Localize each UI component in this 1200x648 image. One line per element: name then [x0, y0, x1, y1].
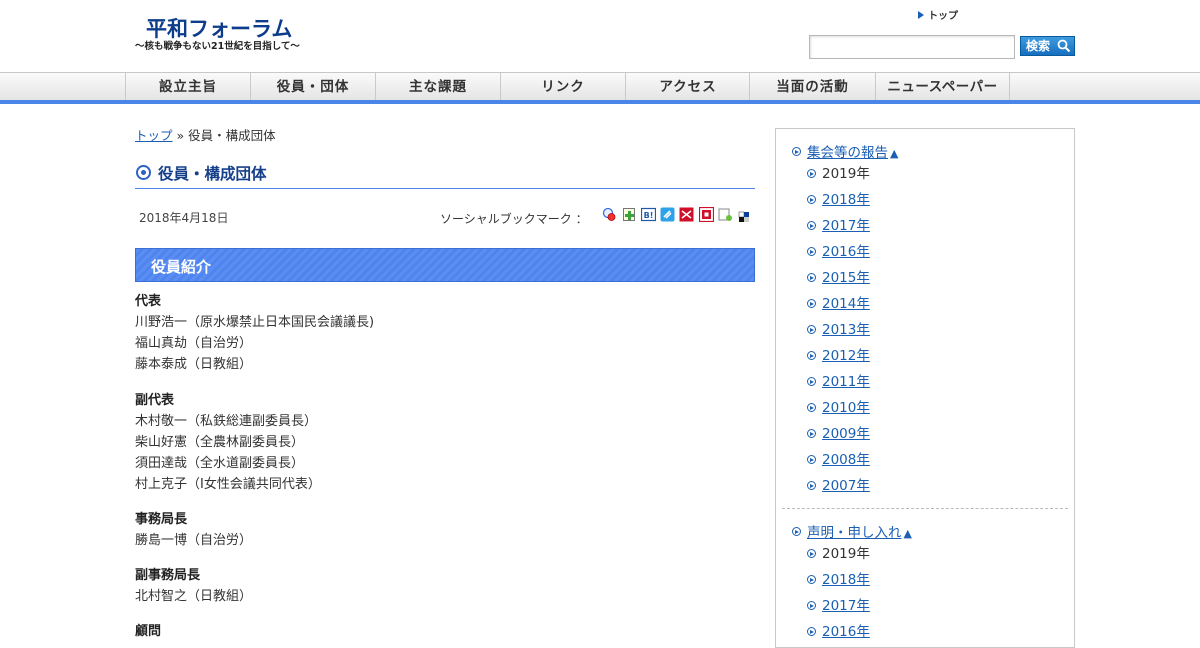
- arrow-right-icon: [807, 601, 816, 610]
- arrow-right-icon: [792, 527, 801, 536]
- sidebar-year-link[interactable]: 2011年: [822, 370, 870, 390]
- arrow-right-icon: [807, 429, 816, 438]
- sidebar-year-link[interactable]: 2017年: [822, 594, 870, 614]
- officer-name: 北村智之（日教組）: [135, 589, 253, 604]
- search-icon: [1057, 39, 1071, 53]
- nav-item-activities[interactable]: 当面の活動: [749, 73, 875, 101]
- triangle-right-icon: [918, 11, 924, 19]
- arrow-right-icon: [807, 403, 816, 412]
- nav-item-founding-purpose[interactable]: 設立主旨: [125, 73, 250, 101]
- top-link[interactable]: トップ: [918, 11, 958, 23]
- sidebar-year-link[interactable]: 2016年: [822, 620, 870, 640]
- sidebar-year-link[interactable]: 2007年: [822, 474, 870, 494]
- officer-name: 川野浩一（原水爆禁止日本国民会議議長): [135, 315, 375, 330]
- sidebar-year-link[interactable]: 2008年: [822, 448, 870, 468]
- officer-name: 村上克子（I女性会議共同代表）: [135, 477, 321, 492]
- buzzurl-icon[interactable]: [679, 207, 694, 222]
- sidebar-year-link[interactable]: 2010年: [822, 396, 870, 416]
- sidebar-year-link[interactable]: 2015年: [822, 266, 870, 286]
- nifty-clip-icon[interactable]: [699, 207, 714, 222]
- arrow-right-icon: [807, 377, 816, 386]
- top-link-label: トップ: [928, 11, 958, 22]
- section-title: 役員紹介: [151, 258, 212, 276]
- arrow-right-icon: [807, 455, 816, 464]
- officer-name: 福山真劫（自治労）: [135, 336, 253, 351]
- role-heading: 副事務局長: [135, 568, 201, 583]
- arrow-right-icon: [807, 221, 816, 230]
- nav-item-newspaper[interactable]: ニュースペーパー: [875, 73, 1010, 101]
- officer-name: 柴山好憲（全農林副委員長）: [135, 435, 305, 450]
- sidebar-category-label[interactable]: 声明・申し入れ: [807, 525, 902, 541]
- svg-text:B!: B!: [644, 211, 654, 220]
- arrow-right-icon: [807, 325, 816, 334]
- caret-up-icon[interactable]: ▲: [904, 527, 912, 540]
- sidebar-year-link[interactable]: 2017年: [822, 214, 870, 234]
- officer-name: 須田達哉（全水道副委員長）: [135, 456, 305, 471]
- global-nav: 設立主旨 役員・団体 主な課題 リンク アクセス 当面の活動 ニュースペーパー: [0, 72, 1200, 101]
- officer-name: 藤本泰成（日教組）: [135, 357, 253, 372]
- sidebar-year-current: 2019年: [822, 546, 870, 562]
- sidebar-year-link[interactable]: 2009年: [822, 422, 870, 442]
- sidebar-category-reports[interactable]: 集会等の報告 ▲: [807, 141, 898, 161]
- sidebar-year-link[interactable]: 2018年: [822, 188, 870, 208]
- search-button[interactable]: 検索: [1020, 36, 1075, 56]
- post-date: 2018年4月18日: [139, 211, 229, 225]
- logo-subtitle: ～核も戦争もない21世紀を目指して～: [135, 41, 300, 52]
- pookmark-icon[interactable]: [718, 207, 733, 222]
- logo-title: 平和フォーラム: [146, 17, 293, 41]
- heading-bullet-icon: [136, 165, 151, 180]
- arrow-right-icon: [807, 549, 816, 558]
- social-bookmark-label: ソーシャルブックマーク ：: [440, 212, 588, 226]
- site-logo[interactable]: 平和フォーラム ～核も戦争もない21世紀を目指して～: [135, 16, 315, 58]
- google-bookmark-icon[interactable]: [602, 207, 617, 222]
- arrow-right-icon: [807, 481, 816, 490]
- nav-underline: [0, 100, 1200, 104]
- arrow-right-icon: [792, 147, 801, 156]
- role-heading: 副代表: [135, 393, 175, 408]
- add-clip-icon[interactable]: [622, 207, 637, 222]
- nav-item-main-issues[interactable]: 主な課題: [375, 73, 500, 101]
- role-heading: 事務局長: [135, 512, 188, 527]
- officer-name: 勝島一博（自治労）: [135, 533, 253, 548]
- nav-item-links[interactable]: リンク: [500, 73, 625, 101]
- nav-item-officers[interactable]: 役員・団体: [250, 73, 375, 101]
- sidebar-category-statements[interactable]: 声明・申し入れ ▲: [807, 521, 912, 541]
- breadcrumb: トップ » 役員・構成団体: [135, 125, 276, 144]
- arrow-right-icon: [807, 575, 816, 584]
- page-heading: 役員・構成団体: [135, 158, 755, 189]
- arrow-right-icon: [807, 247, 816, 256]
- officer-name: 木村敬一（私鉄総連副委員長）: [135, 414, 318, 429]
- arrow-right-icon: [807, 299, 816, 308]
- sidebar-year-link[interactable]: 2012年: [822, 344, 870, 364]
- sidebar-year-link[interactable]: 2016年: [822, 240, 870, 260]
- arrow-right-icon: [807, 195, 816, 204]
- sidebar-year-link[interactable]: 2013年: [822, 318, 870, 338]
- site-header: 平和フォーラム ～核も戦争もない21世紀を目指して～ トップ 検索: [0, 0, 1200, 72]
- caret-up-icon[interactable]: ▲: [890, 147, 898, 160]
- hatena-bookmark-icon[interactable]: B!: [641, 207, 656, 222]
- breadcrumb-separator: »: [176, 128, 185, 143]
- sidebar-category-label[interactable]: 集会等の報告: [807, 145, 888, 161]
- role-heading: 代表: [135, 294, 162, 309]
- arrow-right-icon: [807, 351, 816, 360]
- sidebar-year-current: 2019年: [822, 166, 870, 182]
- sidebar: [775, 128, 1075, 648]
- sidebar-divider: [782, 508, 1068, 509]
- arrow-right-icon: [807, 169, 816, 178]
- sidebar-year-link[interactable]: 2014年: [822, 292, 870, 312]
- search-button-label: 検索: [1026, 39, 1051, 53]
- arrow-right-icon: [807, 273, 816, 282]
- page-title: 役員・構成団体: [158, 165, 267, 183]
- nav-item-access[interactable]: アクセス: [625, 73, 750, 101]
- arrow-right-icon: [807, 627, 816, 636]
- search-input[interactable]: [809, 35, 1015, 59]
- breadcrumb-home-link[interactable]: トップ: [135, 128, 173, 143]
- section-banner: 役員紹介: [135, 248, 755, 282]
- breadcrumb-current: 役員・構成団体: [188, 128, 276, 143]
- livedoor-clip-icon[interactable]: [660, 207, 675, 222]
- sidebar-year-link[interactable]: 2018年: [822, 568, 870, 588]
- delicious-icon[interactable]: [738, 207, 753, 222]
